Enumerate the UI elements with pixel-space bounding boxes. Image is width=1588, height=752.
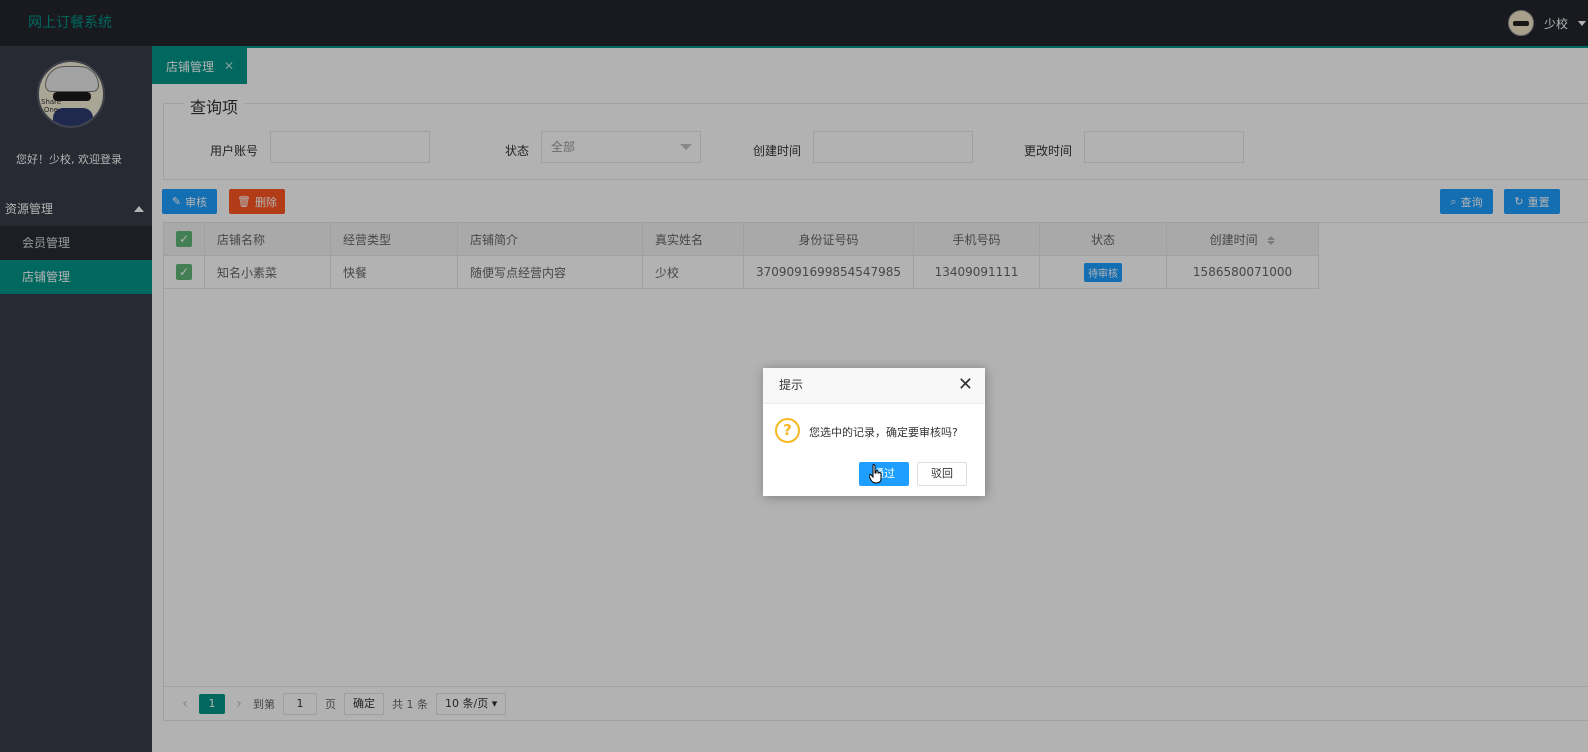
pass-button[interactable]: 通过 — [859, 462, 909, 486]
dialog-message: 您选中的记录，确定要审核吗? — [809, 426, 958, 439]
reject-button[interactable]: 驳回 — [917, 462, 967, 486]
close-icon[interactable]: ✕ — [958, 374, 973, 395]
question-icon: ? — [775, 418, 800, 443]
hand-cursor-icon — [869, 464, 882, 484]
dialog-title: 提示 — [763, 368, 985, 404]
